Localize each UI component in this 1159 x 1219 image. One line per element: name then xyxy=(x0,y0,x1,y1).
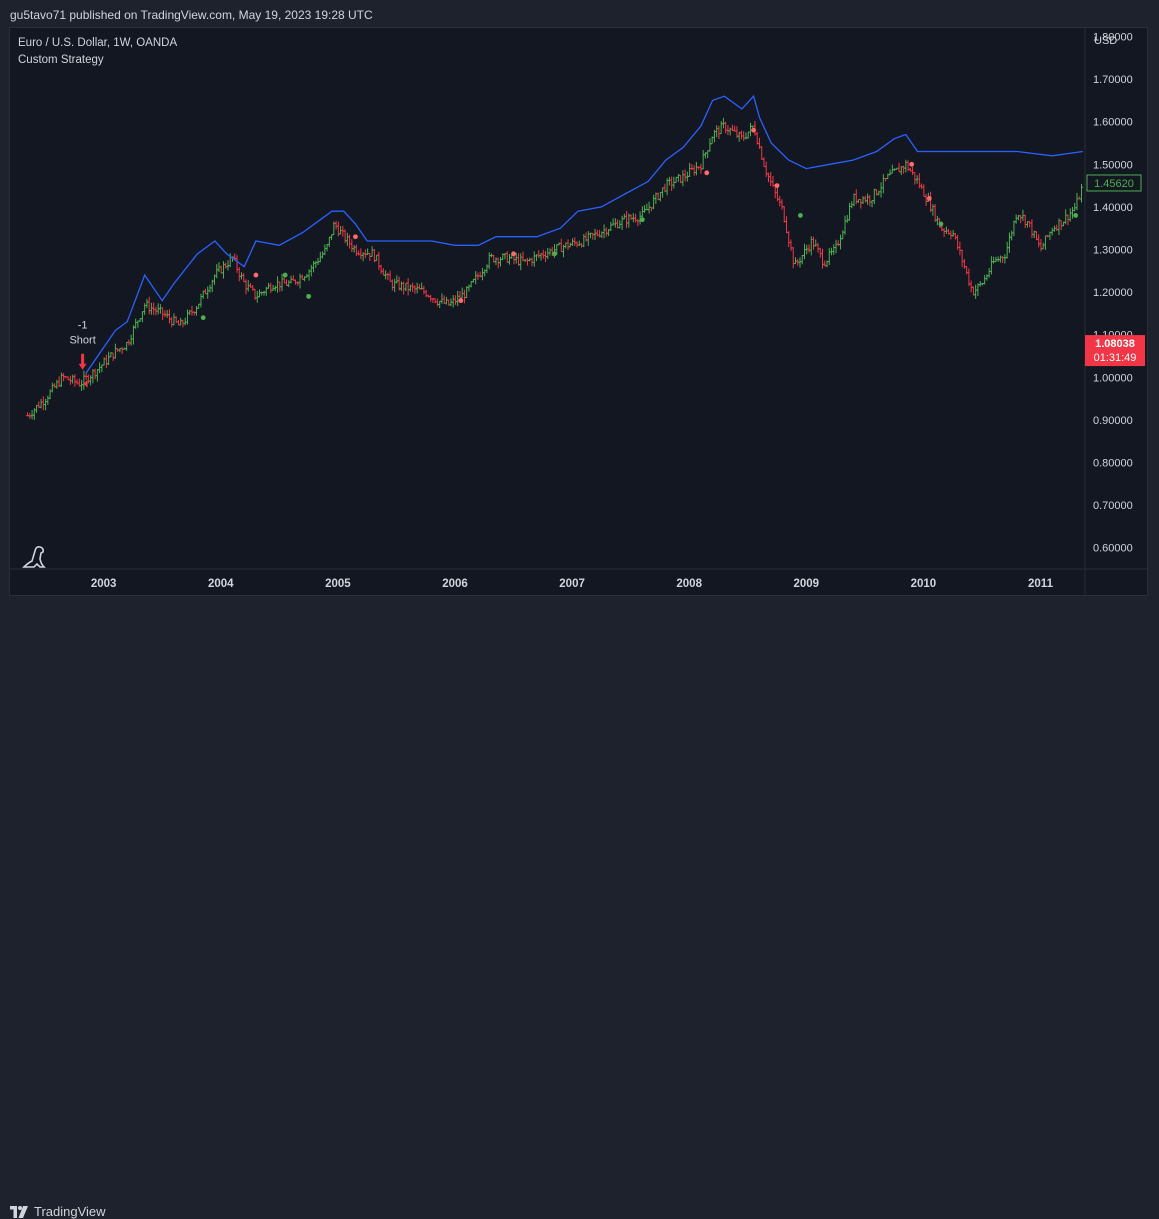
short-dot-marker xyxy=(774,183,780,189)
short-dot-marker xyxy=(751,127,757,133)
long-dot-marker xyxy=(552,251,557,257)
tradingview-logo-icon xyxy=(10,1205,28,1218)
y-tick-label: 1.00000 xyxy=(1093,372,1133,384)
price-chart[interactable]: -1Short USD0.600000.700000.800000.900001… xyxy=(0,0,1159,632)
y-tick-label: 1.80000 xyxy=(1093,32,1133,44)
chart-axes xyxy=(10,28,1148,596)
y-tick-label: 1.30000 xyxy=(1093,245,1133,257)
tv-dino-logo-icon xyxy=(22,546,46,568)
brand-name: TradingView xyxy=(34,1204,106,1219)
upper-band-series xyxy=(85,94,1083,374)
y-tick-label: 0.90000 xyxy=(1093,415,1133,427)
y-tick-label: 0.60000 xyxy=(1093,543,1133,555)
y-tick-label: 1.50000 xyxy=(1093,159,1133,171)
countdown-label: 01:31:49 xyxy=(1094,352,1137,364)
short-dot-marker xyxy=(704,170,710,176)
y-tick-label: 0.80000 xyxy=(1093,458,1133,470)
signal-qty-label: -1 xyxy=(78,320,88,332)
signal-markers: -1 Short xyxy=(69,127,1079,388)
bottom-bar: TradingView xyxy=(0,598,1159,1219)
x-tick-label: 2005 xyxy=(325,578,351,590)
x-tick-label: 2003 xyxy=(91,578,117,590)
long-dot-marker xyxy=(306,293,312,299)
x-tick-label: 2006 xyxy=(442,578,468,590)
long-dot-marker xyxy=(639,217,645,223)
y-tick-label: 1.40000 xyxy=(1093,202,1133,214)
y-tick-label: 1.70000 xyxy=(1093,74,1133,86)
x-tick-label: 2007 xyxy=(559,578,585,590)
brand[interactable]: TradingView xyxy=(10,1204,106,1219)
x-tick-label: 2008 xyxy=(676,578,702,590)
last-price-label: 1.45620 xyxy=(1094,178,1134,190)
x-tick-label: 2009 xyxy=(793,578,819,590)
upper-band-line xyxy=(85,94,1083,374)
long-dot-marker xyxy=(798,213,803,218)
short-arrow-icon xyxy=(78,353,87,370)
y-tick-label: 0.70000 xyxy=(1093,500,1133,512)
strategy-label: Custom Strategy xyxy=(18,54,104,66)
candle-series xyxy=(25,117,1084,420)
short-dot-marker xyxy=(926,195,932,201)
long-dot-marker xyxy=(1073,213,1079,218)
x-tick-label: 2011 xyxy=(1028,578,1054,590)
symbol-label: Euro / U.S. Dollar, 1W, OANDA xyxy=(18,37,178,49)
y-axis-labels: USD0.600000.700000.800000.900001.000001.… xyxy=(1093,32,1133,555)
y-tick-label: 1.20000 xyxy=(1093,287,1133,299)
short-dot-marker xyxy=(253,272,259,278)
short-dot-marker xyxy=(353,234,358,240)
long-dot-marker xyxy=(282,272,288,278)
short-dot-marker xyxy=(511,251,516,257)
long-dot-marker xyxy=(200,315,206,321)
short-dot-marker xyxy=(909,161,915,167)
x-tick-label: 2004 xyxy=(208,578,234,590)
x-axis-labels: 2003 2004 2005 2006 2007 2008 2009 2010 2011 xyxy=(91,578,1054,590)
long-dot-marker xyxy=(938,221,944,227)
short-dot-marker xyxy=(458,298,464,304)
signal-text-label: Short xyxy=(69,335,95,347)
current-price-label: 1.08038 xyxy=(1095,338,1135,350)
x-tick-label: 2010 xyxy=(911,578,937,590)
chart-legend: Euro / U.S. Dollar, 1W, OANDA Custom Str… xyxy=(18,35,177,69)
y-tick-label: 1.60000 xyxy=(1093,117,1133,129)
